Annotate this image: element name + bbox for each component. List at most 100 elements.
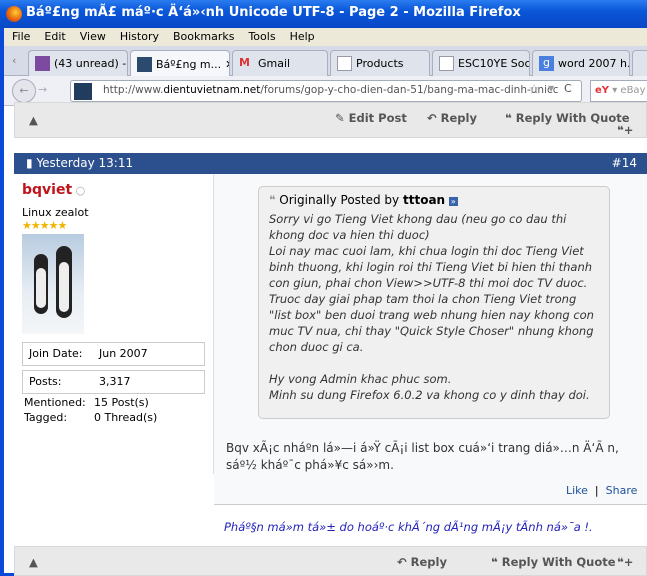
menu-help[interactable]: Help bbox=[290, 30, 315, 44]
signature-divider bbox=[214, 504, 647, 505]
post-body: Bqv xÃ¡c nháº­n lá»—i á»Ÿ cÃ¡i list box … bbox=[226, 441, 619, 472]
label: Join Date: bbox=[29, 347, 83, 360]
search-box[interactable]: eY ▾ eBay bbox=[590, 80, 647, 102]
tab-label: (43 unread) -... bbox=[54, 57, 127, 70]
site-identity-icon[interactable] bbox=[74, 83, 92, 100]
url-domain: dientuvietnam.net bbox=[163, 84, 261, 96]
tab-label: Products bbox=[356, 57, 404, 70]
menu-history[interactable]: History bbox=[120, 30, 159, 44]
reply-icon: ↶ bbox=[427, 111, 437, 125]
reply-button[interactable]: ↶ Reply bbox=[427, 111, 477, 125]
report-icon[interactable]: ▲ bbox=[29, 555, 38, 569]
value: 3,317 bbox=[99, 375, 131, 388]
quote-author: tttoan bbox=[402, 193, 446, 207]
forward-button[interactable]: → bbox=[38, 83, 47, 96]
tab-word[interactable]: g word 2007 h... bbox=[532, 50, 630, 76]
post-toolbar: ▲ ↶ Reply ❝ Reply With Quote ❝+ bbox=[14, 546, 647, 576]
quote-icon: ❝ bbox=[491, 555, 498, 569]
username-link[interactable]: bqviet bbox=[22, 182, 72, 198]
post-number-link[interactable]: #14 bbox=[612, 156, 637, 170]
menu-view[interactable]: View bbox=[80, 30, 106, 44]
site-icon bbox=[137, 56, 152, 72]
post-header: ▮ Yesterday 13:11 #14 bbox=[14, 153, 647, 174]
label: Edit Post bbox=[348, 111, 407, 125]
tab-label: Gmail bbox=[258, 57, 291, 70]
signature: Pháº§n má»m tá»± do hoáº·c khÃ´ng dÃ¹ng … bbox=[224, 520, 593, 534]
tab-mail[interactable]: (43 unread) -... bbox=[28, 50, 128, 76]
label: Mentioned: bbox=[24, 396, 86, 409]
edit-post-button[interactable]: ✎ Edit Post bbox=[335, 111, 407, 125]
tab-label: ESC10YE Soc... bbox=[458, 57, 530, 70]
label: Reply bbox=[440, 111, 477, 125]
tab-bar: ‹ (43 unread) -... Báº£ng m...✕ M Gmail P… bbox=[4, 46, 647, 77]
tab-current[interactable]: Báº£ng m...✕ bbox=[130, 50, 230, 77]
back-button[interactable]: ← bbox=[12, 79, 36, 103]
view-post-icon[interactable]: » bbox=[448, 197, 458, 206]
quote-block: ❝ Originally Posted by tttoan » Sorry vi… bbox=[258, 186, 610, 419]
ebay-icon: eY bbox=[595, 85, 610, 96]
firefox-icon bbox=[6, 6, 22, 22]
mail-icon bbox=[35, 56, 50, 71]
reply-button[interactable]: ↶ Reply bbox=[397, 555, 447, 569]
avatar[interactable] bbox=[22, 234, 84, 334]
search-placeholder: eBay bbox=[620, 85, 646, 96]
report-icon[interactable]: ▲ bbox=[29, 113, 38, 127]
reload-icon[interactable]: C bbox=[564, 82, 572, 95]
tab-scroll-left-icon[interactable]: ‹ bbox=[12, 54, 16, 67]
menu-tools[interactable]: Tools bbox=[248, 30, 275, 44]
label: Reply bbox=[410, 555, 447, 569]
tab-gmail[interactable]: M Gmail bbox=[232, 50, 328, 76]
menu-bar: File Edit View History Bookmarks Tools H… bbox=[4, 28, 647, 46]
menu-bookmarks[interactable]: Bookmarks bbox=[173, 30, 234, 44]
post-icon: ▮ bbox=[26, 156, 33, 170]
label: Reply With Quote bbox=[501, 555, 616, 569]
rank-stars-icon: ★★★★★ bbox=[22, 219, 67, 232]
quote-icon: ❝ bbox=[505, 111, 512, 125]
tab-esc10ye[interactable]: ESC10YE Soc... bbox=[432, 50, 530, 76]
quote-prefix: Originally Posted by bbox=[279, 193, 400, 207]
share-link[interactable]: Share bbox=[606, 484, 638, 497]
reply-with-quote-button[interactable]: ❝ Reply With Quote bbox=[505, 111, 630, 125]
url-path: /forums/gop-y-cho-dien-dan-51/bang-ma-ma… bbox=[260, 84, 559, 96]
value[interactable]: 15 Post(s) bbox=[94, 396, 149, 409]
value: Jun 2007 bbox=[99, 347, 148, 360]
window-title: Báº£ng mÃ£ máº·c Ä‘á»‹nh Unicode UTF-8 -… bbox=[0, 0, 647, 28]
label: Posts: bbox=[29, 375, 62, 388]
quote-text: Sorry vi go Tieng Viet khong dau (neu go… bbox=[269, 212, 594, 402]
dropdown-icon[interactable]: ▼ bbox=[548, 84, 554, 93]
menu-file[interactable]: File bbox=[12, 30, 30, 44]
user-info: bqviet ○ Linux zealot ★★★★★ Join Date: Ju… bbox=[14, 174, 214, 474]
google-icon: g bbox=[539, 56, 554, 71]
bookmark-star-icon[interactable]: ☆ bbox=[528, 82, 541, 98]
mentioned-row: Mentioned: 15 Post(s) bbox=[22, 396, 205, 409]
tab-label: word 2007 h... bbox=[558, 57, 630, 70]
url-prefix: http://www. bbox=[103, 84, 164, 96]
pencil-icon: ✎ bbox=[335, 111, 345, 125]
join-date-row: Join Date: Jun 2007 bbox=[22, 342, 205, 366]
page-content: ▲ ✎ Edit Post ↶ Reply ❝ Reply With Quote ❝+… bbox=[4, 102, 647, 576]
tab-products[interactable]: Products bbox=[330, 50, 430, 76]
page-icon bbox=[439, 56, 454, 71]
multiquote-icon[interactable]: ❝+ bbox=[617, 123, 633, 137]
gmail-icon: M bbox=[239, 56, 250, 69]
value[interactable]: 0 Thread(s) bbox=[94, 411, 157, 424]
previous-post-toolbar: ▲ ✎ Edit Post ↶ Reply ❝ Reply With Quote ❝+ bbox=[14, 102, 647, 138]
label: Tagged: bbox=[24, 411, 68, 424]
reply-with-quote-button[interactable]: ❝ Reply With Quote bbox=[491, 555, 616, 569]
quote-icon: ❝ bbox=[269, 193, 276, 207]
user-title: Linux zealot bbox=[22, 206, 89, 219]
page-icon bbox=[337, 56, 352, 71]
posts-row: Posts: 3,317 bbox=[22, 370, 205, 394]
post-date: Yesterday 13:11 bbox=[36, 156, 134, 170]
reply-icon: ↶ bbox=[397, 555, 407, 569]
multiquote-icon[interactable]: ❝+ bbox=[617, 555, 633, 569]
tagged-row: Tagged: 0 Thread(s) bbox=[22, 411, 205, 424]
like-share: Like | Share bbox=[566, 484, 638, 497]
tab-more[interactable] bbox=[632, 50, 647, 76]
post-message: ❝ Originally Posted by tttoan » Sorry vi… bbox=[214, 174, 647, 504]
url-bar[interactable]: http://www.dientuvietnam.net/forums/gop-… bbox=[70, 80, 582, 102]
menu-edit[interactable]: Edit bbox=[44, 30, 65, 44]
close-tab-icon[interactable]: ✕ bbox=[225, 58, 229, 71]
like-link[interactable]: Like bbox=[566, 484, 588, 497]
offline-status-icon: ○ bbox=[75, 184, 86, 197]
